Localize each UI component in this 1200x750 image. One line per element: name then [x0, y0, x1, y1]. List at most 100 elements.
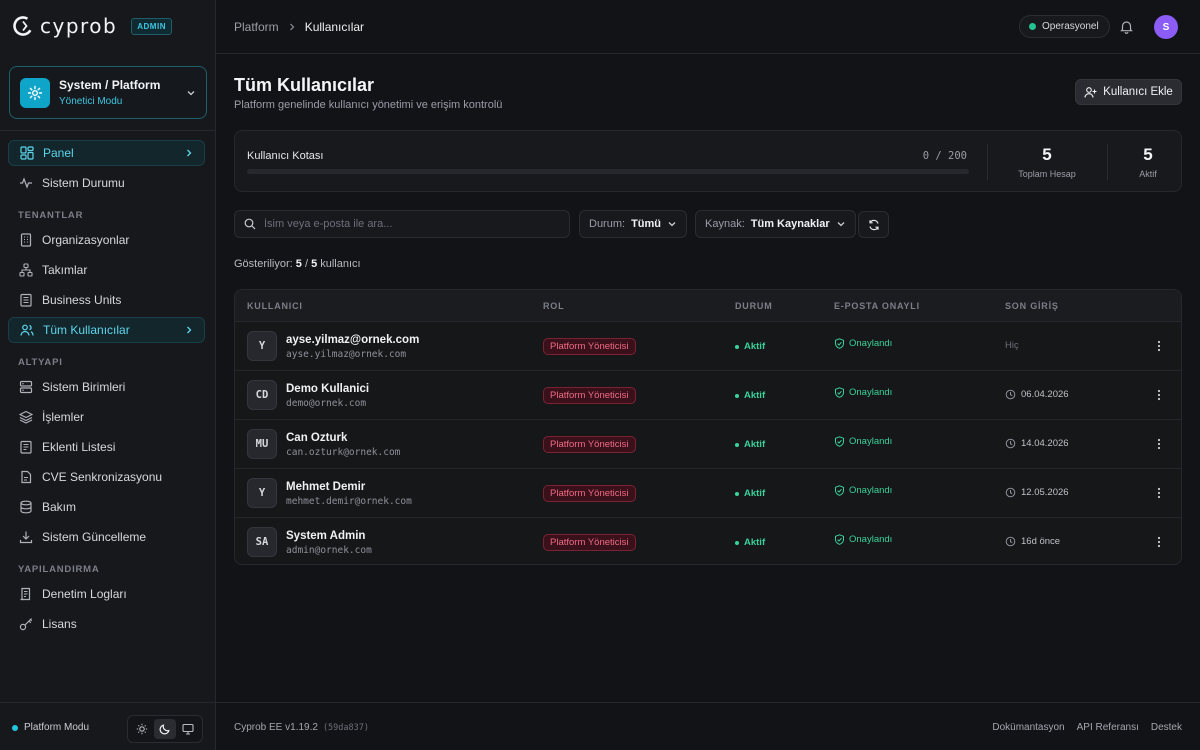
total-accounts-stat: 5 Toplam Hesap [1007, 145, 1087, 179]
status-badge: Aktif [735, 488, 765, 499]
results-count: Gösteriliyor: 5 / 5 kullanıcı [234, 258, 361, 270]
last-login-text: 06.04.2026 [1021, 389, 1069, 400]
column-header-user[interactable]: KULLANICI [247, 301, 303, 311]
user-email: can.ozturk@ornek.com [286, 447, 401, 458]
sidebar-item-label: Panel [43, 146, 74, 160]
column-header-email-verified[interactable]: E-POSTA ONAYLI [834, 301, 920, 311]
sidebar-item-jobs[interactable]: İşlemler [8, 404, 205, 430]
email-verified-badge: Onaylandı [834, 534, 892, 545]
sidebar-item-license[interactable]: Lisans [8, 611, 205, 637]
verified-text: Onaylandı [849, 338, 893, 349]
sidebar-item-panel[interactable]: Panel [8, 140, 205, 166]
nav-section-config: YAPILANDIRMA [18, 564, 100, 575]
sidebar-item-maintenance[interactable]: Bakım [8, 494, 205, 520]
sidebar-item-business-units[interactable]: Business Units [8, 287, 205, 313]
verified-text: Onaylandı [849, 436, 893, 447]
sidebar-item-cve-sync[interactable]: CVE Senkronizasyonu [8, 464, 205, 490]
sidebar-item-system-units[interactable]: Sistem Birimleri [8, 374, 205, 400]
version-hash: (59da837) [322, 723, 369, 733]
shield-check-icon [834, 338, 845, 349]
sidebar-item-label: Business Units [42, 293, 122, 307]
theme-system-button[interactable] [178, 719, 199, 739]
user-initials-avatar: SA [247, 527, 277, 557]
building-icon [18, 232, 34, 248]
last-login: 06.04.2026 [1005, 389, 1069, 400]
cyprob-logo-icon [12, 15, 34, 37]
user-name[interactable]: Mehmet Demir [286, 481, 365, 493]
table-row[interactable]: Y Mehmet Demir mehmet.demir@ornek.com Platf… [235, 469, 1181, 518]
more-vertical-icon[interactable] [1153, 535, 1165, 549]
footer-link-support[interactable]: Destek [1151, 722, 1182, 733]
sidebar-item-plugins[interactable]: Eklenti Listesi [8, 434, 205, 460]
add-user-label: Kullanıcı Ekle [1103, 86, 1173, 98]
table-row[interactable]: CD Demo Kullanici demo@ornek.com Platform Y… [235, 371, 1181, 420]
column-header-role[interactable]: ROL [543, 301, 564, 311]
source-filter-dropdown[interactable]: Kaynak: Tüm Kaynaklar [695, 210, 856, 238]
status-filter-dropdown[interactable]: Durum: Tümü [579, 210, 688, 238]
table-row[interactable]: MU Can Ozturk can.ozturk@ornek.com Platform… [235, 420, 1181, 469]
active-accounts-value: 5 [1143, 145, 1153, 164]
sidebar-item-audit-logs[interactable]: Denetim Logları [8, 581, 205, 607]
system-status-pill[interactable]: Operasyonel [1019, 15, 1110, 38]
status-badge: Aktif [735, 537, 765, 548]
nav-section-infra: ALTYAPI [18, 357, 63, 368]
sidebar-item-organizations[interactable]: Organizasyonlar [8, 227, 205, 253]
sidebar-item-teams[interactable]: Takımlar [8, 257, 205, 283]
role-badge: Platform Yöneticisi [543, 387, 636, 404]
table-row[interactable]: SA System Admin admin@ornek.com Platform Yö… [235, 518, 1181, 564]
active-accounts-label: Aktif [1139, 169, 1157, 179]
admin-badge: ADMIN [131, 17, 172, 35]
layers-icon [18, 409, 34, 425]
shield-check-icon [834, 534, 845, 545]
search-input[interactable] [264, 218, 569, 230]
results-separator: / [304, 258, 308, 270]
clock-icon [1005, 389, 1016, 400]
breadcrumb-platform[interactable]: Platform [234, 20, 279, 34]
user-avatar[interactable]: S [1154, 15, 1178, 39]
user-name[interactable]: System Admin [286, 530, 365, 542]
file-sync-icon [18, 469, 34, 485]
user-plus-icon [1084, 86, 1097, 99]
more-vertical-icon[interactable] [1153, 388, 1165, 402]
footer-link-api[interactable]: API Referansı [1077, 722, 1139, 733]
theme-switcher [127, 715, 203, 743]
shield-check-icon [834, 485, 845, 496]
theme-light-button[interactable] [131, 719, 152, 739]
status-text: Aktif [744, 341, 766, 352]
add-user-button[interactable]: Kullanıcı Ekle [1075, 79, 1182, 105]
status-text: Aktif [744, 537, 766, 548]
context-switcher[interactable]: System / Platform Yönetici Modu [9, 66, 207, 119]
user-name[interactable]: ayse.yilmaz@ornek.com [286, 334, 419, 346]
refresh-button[interactable] [858, 211, 889, 238]
footer-link-docs[interactable]: Dokümantasyon [992, 722, 1064, 733]
quota-value: 0 / 200 [922, 150, 967, 162]
column-header-last-login[interactable]: SON GİRİŞ [1005, 301, 1059, 311]
more-vertical-icon[interactable] [1153, 339, 1165, 353]
search-icon [244, 218, 256, 230]
status-dot [735, 344, 739, 349]
theme-dark-button[interactable] [154, 719, 176, 739]
sidebar-item-label: Organizasyonlar [42, 233, 130, 247]
sidebar-item-all-users[interactable]: Tüm Kullanıcılar [8, 317, 205, 343]
table-row[interactable]: Yayse.yilmaz@ornek.com ayse.yilmaz@ornek.… [235, 322, 1181, 371]
sidebar-item-system-status[interactable]: Sistem Durumu [8, 170, 205, 196]
bell-icon[interactable] [1119, 19, 1134, 34]
user-name[interactable]: Can Ozturk [286, 432, 347, 444]
active-accounts-stat: 5 Aktif [1108, 145, 1188, 179]
more-vertical-icon[interactable] [1153, 437, 1165, 451]
role-badge: Platform Yöneticisi [543, 485, 636, 502]
column-header-status[interactable]: DURUM [735, 301, 773, 311]
user-name[interactable]: Demo Kullanici [286, 383, 369, 395]
chevron-right-icon [184, 148, 194, 158]
role-badge: Platform Yöneticisi [543, 436, 636, 453]
last-login-text: 12.05.2026 [1021, 487, 1069, 498]
context-subtitle: Yönetici Modu [59, 96, 123, 107]
brand[interactable]: cyprob ADMIN [12, 14, 172, 38]
verified-text: Onaylandı [849, 387, 893, 398]
sidebar-item-label: Sistem Güncelleme [42, 530, 147, 544]
sidebar-item-system-update[interactable]: Sistem Güncelleme [8, 524, 205, 550]
footer-links: Dokümantasyon API Referansı Destek [992, 722, 1182, 733]
scroll-icon [18, 586, 34, 602]
last-login-text: Hiç [1005, 340, 1019, 351]
more-vertical-icon[interactable] [1153, 486, 1165, 500]
